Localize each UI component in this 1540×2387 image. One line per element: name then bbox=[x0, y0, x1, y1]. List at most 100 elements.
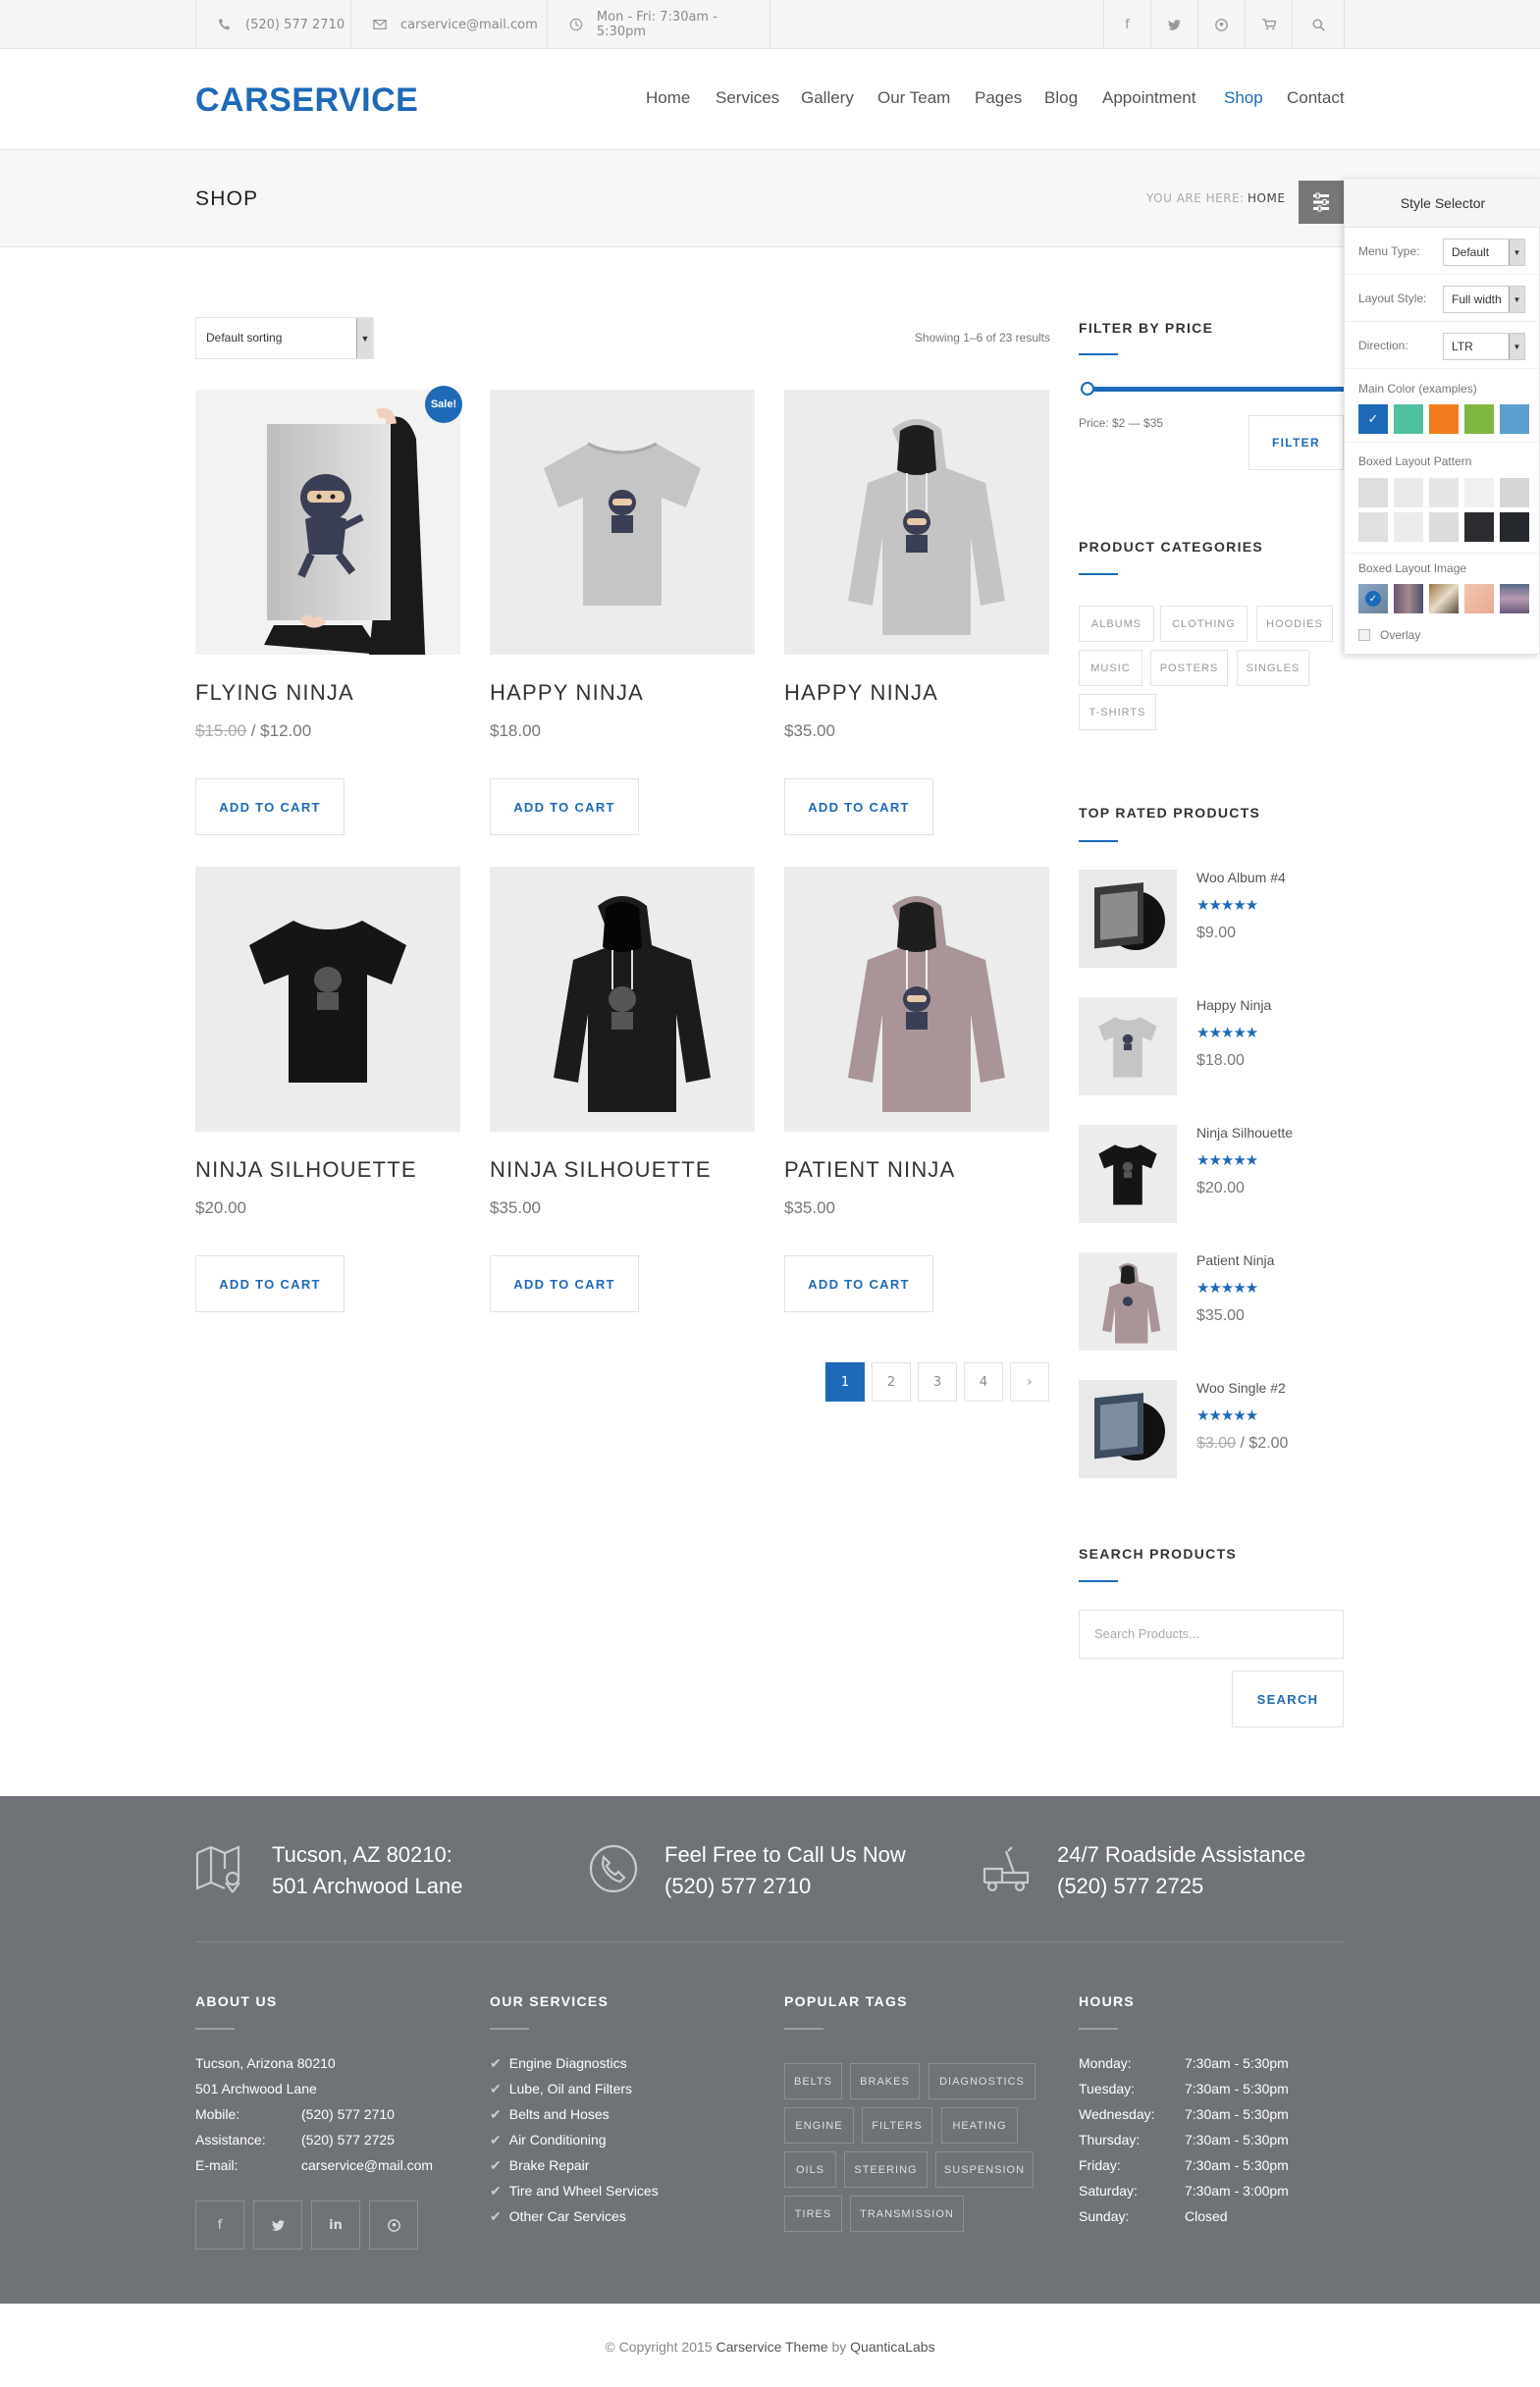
direction-select[interactable]: LTR ▼ bbox=[1443, 333, 1525, 360]
add-to-cart-button[interactable]: ADD TO CART bbox=[784, 778, 933, 835]
footer-call-line2[interactable]: (520) 577 2710 bbox=[664, 1871, 811, 1902]
pattern-swatch[interactable] bbox=[1464, 512, 1494, 542]
product-name[interactable]: HAPPY NINJA bbox=[784, 680, 938, 706]
product-name[interactable]: FLYING NINJA bbox=[195, 680, 354, 706]
pattern-swatch[interactable] bbox=[1500, 512, 1529, 542]
page-1[interactable]: 1 bbox=[825, 1362, 865, 1402]
price-slider-min-handle[interactable] bbox=[1081, 382, 1094, 396]
boxed-image-swatch[interactable] bbox=[1464, 584, 1494, 613]
tag-transmission[interactable]: TRANSMISSION bbox=[850, 2196, 964, 2232]
sort-select[interactable]: Default sorting ▼ bbox=[195, 317, 374, 359]
page-4[interactable]: 4 bbox=[964, 1362, 1003, 1402]
product-image[interactable] bbox=[784, 867, 1049, 1132]
service-link[interactable]: ✔ Tire and Wheel Services bbox=[490, 2183, 659, 2200]
pattern-swatch[interactable] bbox=[1394, 512, 1423, 542]
nav-contact[interactable]: Contact bbox=[1287, 88, 1345, 108]
pinterest-icon[interactable] bbox=[1197, 0, 1245, 49]
add-to-cart-button[interactable]: ADD TO CART bbox=[490, 1255, 639, 1312]
topbar-email[interactable]: carservice@mail.com bbox=[350, 0, 547, 49]
add-to-cart-button[interactable]: ADD TO CART bbox=[195, 778, 345, 835]
product-image[interactable] bbox=[195, 390, 460, 655]
footer-roadside-line2[interactable]: (520) 577 2725 bbox=[1057, 1871, 1203, 1902]
top-rated-name[interactable]: Happy Ninja bbox=[1196, 997, 1271, 1013]
main-color-swatch[interactable] bbox=[1429, 404, 1459, 434]
main-color-swatch[interactable] bbox=[1464, 404, 1494, 434]
pattern-swatch[interactable] bbox=[1464, 478, 1494, 507]
pattern-swatch[interactable] bbox=[1429, 478, 1459, 507]
tag-diagnostics[interactable]: DIAGNOSTICS bbox=[929, 2063, 1036, 2099]
pattern-swatch[interactable] bbox=[1500, 478, 1529, 507]
product-image[interactable] bbox=[490, 390, 755, 655]
menu-type-select[interactable]: Default ▼ bbox=[1443, 239, 1525, 266]
search-input[interactable]: Search Products... bbox=[1079, 1610, 1344, 1659]
twitter-icon[interactable] bbox=[1150, 0, 1197, 49]
facebook-icon[interactable]: f bbox=[1103, 0, 1150, 49]
breadcrumb-home[interactable]: HOME bbox=[1248, 191, 1285, 205]
page-2[interactable]: 2 bbox=[872, 1362, 911, 1402]
product-name[interactable]: NINJA SILHOUETTE bbox=[195, 1157, 417, 1183]
nav-pages[interactable]: Pages bbox=[975, 88, 1022, 108]
product-thumb[interactable] bbox=[1079, 1380, 1177, 1478]
category-t-shirts[interactable]: T-SHIRTS bbox=[1079, 694, 1156, 730]
product-image[interactable] bbox=[784, 390, 1049, 655]
next-page-button[interactable]: › bbox=[1010, 1362, 1049, 1402]
main-color-swatch[interactable] bbox=[1500, 404, 1529, 434]
service-link[interactable]: ✔ Lube, Oil and Filters bbox=[490, 2081, 632, 2097]
top-rated-name[interactable]: Patient Ninja bbox=[1196, 1252, 1274, 1268]
service-link[interactable]: ✔ Engine Diagnostics bbox=[490, 2055, 627, 2072]
tag-brakes[interactable]: BRAKES bbox=[850, 2063, 920, 2099]
top-rated-name[interactable]: Woo Single #2 bbox=[1196, 1380, 1286, 1396]
copyright-theme-link[interactable]: Carservice Theme bbox=[716, 2339, 827, 2355]
product-name[interactable]: PATIENT NINJA bbox=[784, 1157, 956, 1183]
top-rated-name[interactable]: Woo Album #4 bbox=[1196, 870, 1286, 885]
category-hoodies[interactable]: HOODIES bbox=[1256, 606, 1333, 642]
category-posters[interactable]: POSTERS bbox=[1150, 650, 1228, 686]
service-link[interactable]: ✔ Other Car Services bbox=[490, 2208, 626, 2225]
add-to-cart-button[interactable]: ADD TO CART bbox=[490, 778, 639, 835]
nav-our-team[interactable]: Our Team bbox=[877, 88, 950, 108]
service-link[interactable]: ✔ Belts and Hoses bbox=[490, 2106, 610, 2123]
product-name[interactable]: NINJA SILHOUETTE bbox=[490, 1157, 712, 1183]
category-singles[interactable]: SINGLES bbox=[1237, 650, 1309, 686]
cart-icon[interactable] bbox=[1245, 0, 1292, 49]
boxed-image-swatch-selected[interactable]: ✓ bbox=[1358, 584, 1388, 613]
product-image[interactable] bbox=[195, 867, 460, 1132]
nav-home[interactable]: Home bbox=[646, 88, 690, 108]
product-image[interactable] bbox=[490, 867, 755, 1132]
tag-engine[interactable]: ENGINE bbox=[784, 2107, 854, 2144]
pattern-swatch[interactable] bbox=[1429, 512, 1459, 542]
search-button[interactable]: SEARCH bbox=[1232, 1671, 1344, 1727]
layout-style-select[interactable]: Full width ▼ bbox=[1443, 286, 1525, 313]
product-thumb[interactable] bbox=[1079, 1252, 1177, 1351]
topbar-phone[interactable]: (520) 577 2710 bbox=[195, 0, 350, 49]
footer-pinterest-icon[interactable] bbox=[369, 2201, 418, 2250]
main-color-swatch[interactable] bbox=[1394, 404, 1423, 434]
tag-belts[interactable]: BELTS bbox=[784, 2063, 842, 2099]
footer-twitter-icon[interactable] bbox=[253, 2201, 302, 2250]
category-music[interactable]: MUSIC bbox=[1079, 650, 1142, 686]
footer-linkedin-icon[interactable]: in bbox=[311, 2201, 360, 2250]
category-albums[interactable]: ALBUMS bbox=[1079, 606, 1154, 642]
main-color-swatch-selected[interactable]: ✓ bbox=[1358, 404, 1388, 434]
nav-appointment[interactable]: Appointment bbox=[1102, 88, 1195, 108]
product-thumb[interactable] bbox=[1079, 997, 1177, 1095]
nav-blog[interactable]: Blog bbox=[1044, 88, 1078, 108]
pattern-swatch[interactable] bbox=[1358, 512, 1388, 542]
footer-facebook-icon[interactable]: f bbox=[195, 2201, 244, 2250]
tag-steering[interactable]: STEERING bbox=[844, 2151, 928, 2188]
category-clothing[interactable]: CLOTHING bbox=[1160, 606, 1248, 642]
service-link[interactable]: ✔ Brake Repair bbox=[490, 2157, 589, 2174]
style-selector-toggle[interactable] bbox=[1299, 181, 1344, 224]
product-thumb[interactable] bbox=[1079, 870, 1177, 968]
boxed-image-swatch[interactable] bbox=[1429, 584, 1459, 613]
pattern-swatch[interactable] bbox=[1394, 478, 1423, 507]
copyright-author-link[interactable]: QuanticaLabs bbox=[850, 2339, 934, 2355]
nav-services[interactable]: Services bbox=[716, 88, 779, 108]
page-3[interactable]: 3 bbox=[918, 1362, 957, 1402]
nav-shop[interactable]: Shop bbox=[1224, 88, 1263, 108]
boxed-image-swatch[interactable] bbox=[1394, 584, 1423, 613]
tag-oils[interactable]: OILS bbox=[784, 2151, 836, 2188]
top-rated-name[interactable]: Ninja Silhouette bbox=[1196, 1125, 1293, 1140]
pattern-swatch[interactable] bbox=[1358, 478, 1388, 507]
overlay-checkbox[interactable] bbox=[1358, 629, 1370, 641]
